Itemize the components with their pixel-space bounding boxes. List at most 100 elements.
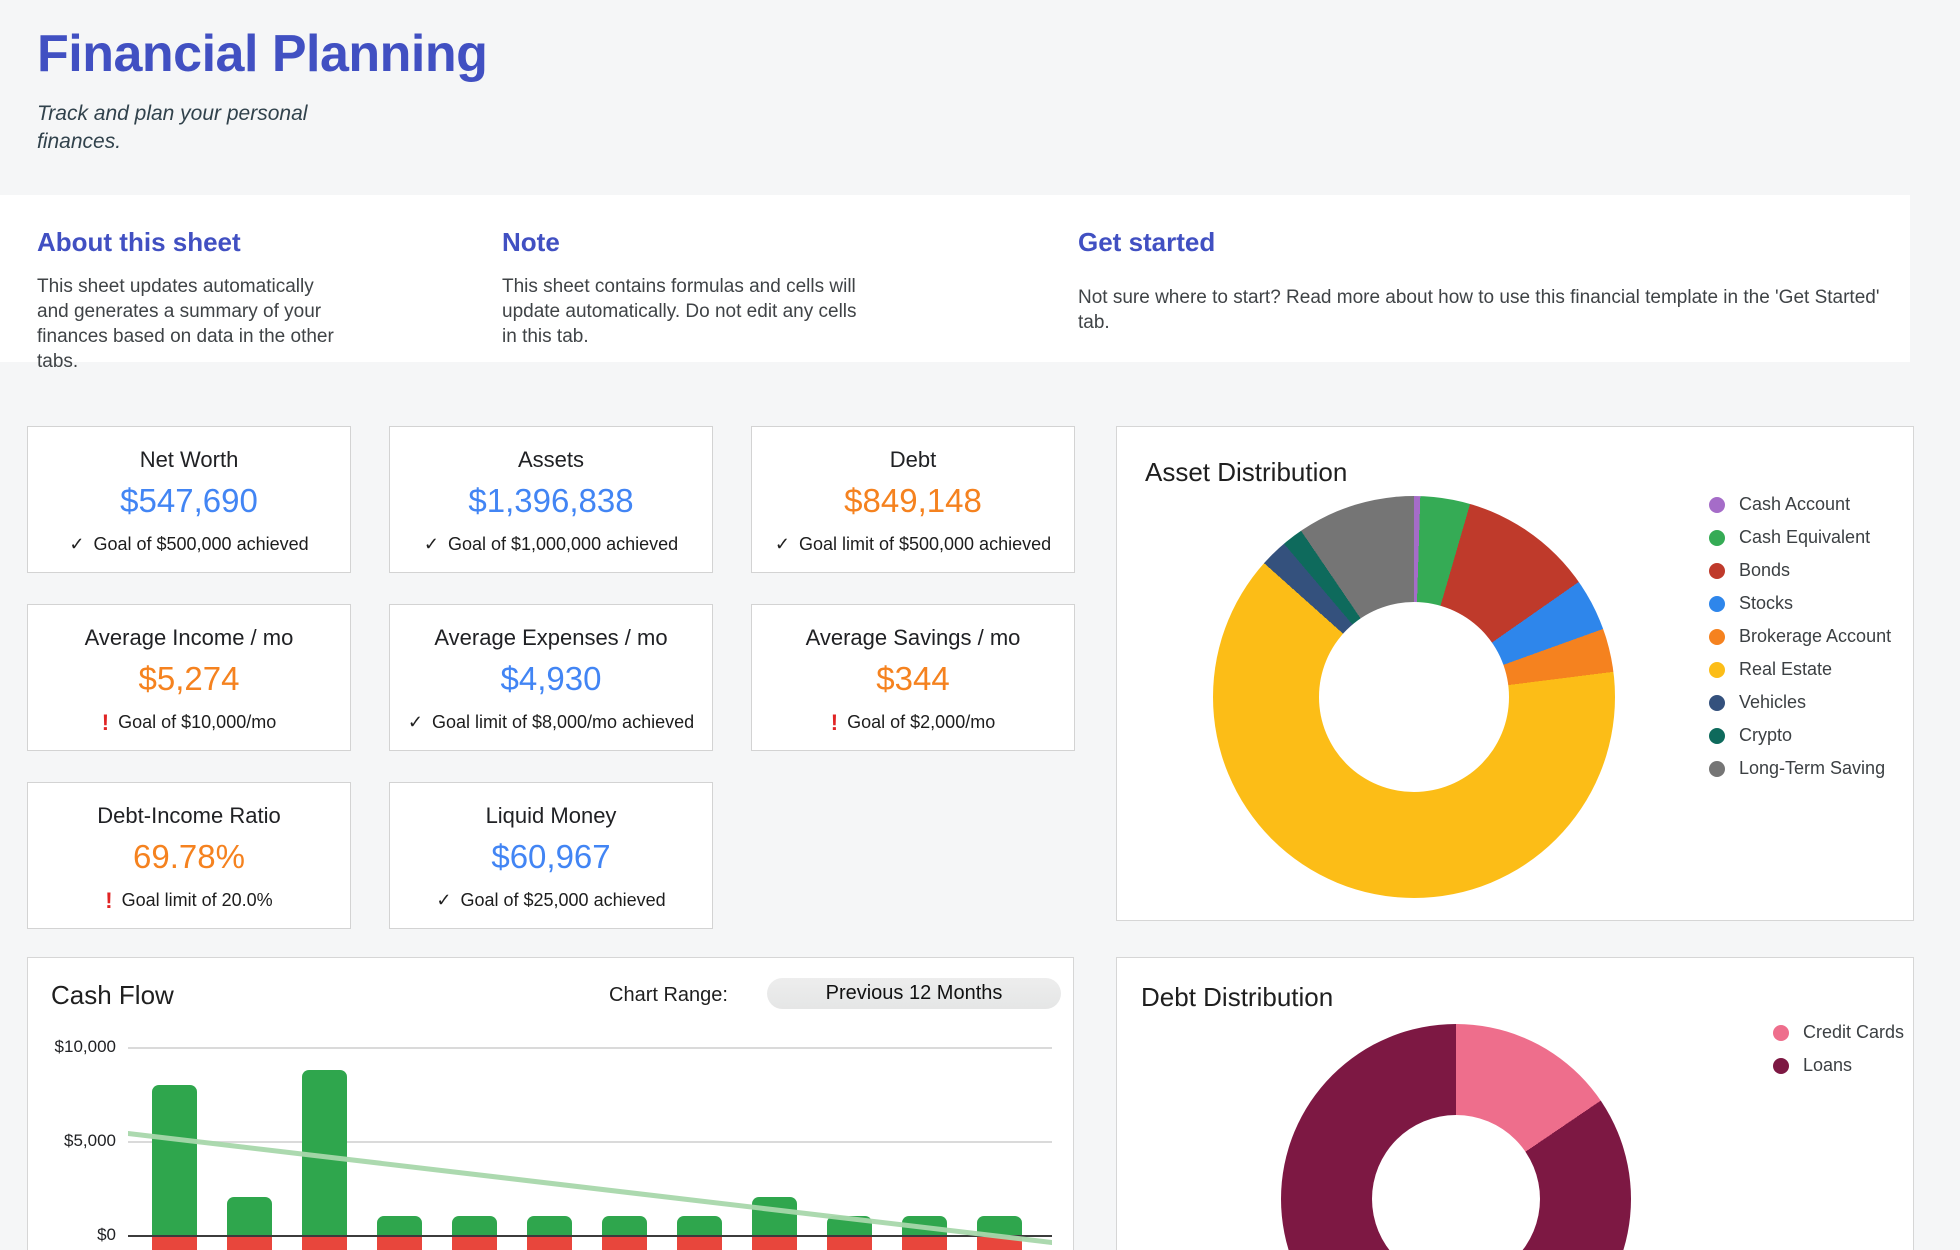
asset-donut-chart: [1213, 496, 1615, 898]
asset-panel-title: Asset Distribution: [1145, 457, 1347, 488]
get-started-section: Get started Not sure where to start? Rea…: [1078, 227, 1893, 335]
expense-bar: [827, 1236, 872, 1250]
debt-legend: Credit Cards Loans: [1773, 1016, 1904, 1082]
legend-item: Real Estate: [1709, 653, 1891, 686]
income-bar: [302, 1070, 347, 1235]
debt-distribution-panel: Debt Distribution Credit Cards Loans: [1116, 957, 1914, 1250]
donut-hole: [1319, 602, 1509, 792]
page-subtitle: Track and plan your personal finances.: [37, 100, 347, 155]
y-axis-label: $5,000: [28, 1131, 116, 1151]
expense-bar: [602, 1236, 647, 1250]
legend-item: Brokerage Account: [1709, 620, 1891, 653]
page-title: Financial Planning: [37, 24, 487, 84]
legend-label: Vehicles: [1739, 692, 1806, 713]
kpi-status-text: Goal of $10,000/mo: [118, 712, 276, 733]
legend-swatch-icon: [1709, 629, 1725, 645]
kpi-label: Liquid Money: [486, 803, 617, 829]
kpi-label: Average Savings / mo: [806, 625, 1021, 651]
legend-label: Crypto: [1739, 725, 1792, 746]
expense-bar: [452, 1236, 497, 1250]
kpi-card: Average Income / mo$5,274!Goal of $10,00…: [27, 604, 351, 751]
alert-icon: !: [102, 714, 109, 732]
legend-swatch-icon: [1773, 1025, 1789, 1041]
kpi-card: Debt$849,148✓Goal limit of $500,000 achi…: [751, 426, 1075, 573]
income-bar: [827, 1216, 872, 1235]
page-header: Financial Planning Track and plan your p…: [37, 24, 487, 155]
legend-label: Cash Equivalent: [1739, 527, 1870, 548]
income-bar: [152, 1085, 197, 1235]
legend-swatch-icon: [1773, 1058, 1789, 1074]
about-section: About this sheet This sheet updates auto…: [37, 227, 349, 374]
kpi-label: Assets: [518, 447, 584, 473]
legend-swatch-icon: [1709, 761, 1725, 777]
asset-distribution-panel: Asset Distribution Cash Account Cash Equi…: [1116, 426, 1914, 921]
income-bar: [227, 1197, 272, 1235]
kpi-status-text: Goal of $25,000 achieved: [460, 890, 665, 911]
info-band: About this sheet This sheet updates auto…: [0, 195, 1910, 362]
legend-item: Crypto: [1709, 719, 1891, 752]
kpi-status: ! Goal of $10,000/mo: [102, 712, 276, 733]
legend-label: Loans: [1803, 1055, 1852, 1076]
kpi-status: !Goal of $2,000/mo: [831, 712, 995, 733]
kpi-card: Liquid Money$60,967✓Goal of $25,000 achi…: [389, 782, 713, 929]
legend-label: Cash Account: [1739, 494, 1850, 515]
kpi-card: Debt-Income Ratio69.78%!Goal limit of 20…: [27, 782, 351, 929]
legend-swatch-icon: [1709, 596, 1725, 612]
kpi-card: Average Expenses / mo$4,930✓Goal limit o…: [389, 604, 713, 751]
legend-label: Stocks: [1739, 593, 1793, 614]
debt-panel-title: Debt Distribution: [1141, 982, 1333, 1013]
legend-label: Real Estate: [1739, 659, 1832, 680]
expense-bar: [377, 1236, 422, 1250]
legend-swatch-icon: [1709, 695, 1725, 711]
donut-hole: [1372, 1115, 1540, 1250]
income-bar: [377, 1216, 422, 1235]
legend-item: Loans: [1773, 1049, 1904, 1082]
legend-label: Bonds: [1739, 560, 1790, 581]
legend-item: Cash Equivalent: [1709, 521, 1891, 554]
y-axis-label: $10,000: [28, 1037, 116, 1057]
expense-bar: [302, 1236, 347, 1250]
kpi-card: Net Worth$547,690✓Goal of $500,000 achie…: [27, 426, 351, 573]
income-bar: [527, 1216, 572, 1235]
legend-label: Credit Cards: [1803, 1022, 1904, 1043]
kpi-value: $1,396,838: [468, 482, 633, 520]
income-bar: [977, 1216, 1022, 1235]
kpi-value: $344: [876, 660, 949, 698]
legend-swatch-icon: [1709, 563, 1725, 579]
kpi-value: $4,930: [501, 660, 602, 698]
kpi-status: ✓ Goal limit of $8,000/mo achieved: [408, 712, 694, 733]
kpi-status-text: Goal of $1,000,000 achieved: [448, 534, 678, 555]
legend-item: Credit Cards: [1773, 1016, 1904, 1049]
legend-swatch-icon: [1709, 497, 1725, 513]
kpi-status: ✓ Goal limit of $500,000 achieved: [775, 534, 1051, 555]
kpi-label: Debt-Income Ratio: [97, 803, 280, 829]
kpi-grid: Net Worth$547,690✓Goal of $500,000 achie…: [27, 426, 1075, 929]
about-heading: About this sheet: [37, 227, 349, 258]
legend-item: Vehicles: [1709, 686, 1891, 719]
financial-planning-dashboard: { "header": { "title": "Financial Planni…: [0, 0, 1960, 1250]
legend-item: Long-Term Saving: [1709, 752, 1891, 785]
expense-bar: [977, 1236, 1022, 1250]
asset-legend: Cash Account Cash Equivalent Bonds Stocks Br…: [1709, 488, 1891, 785]
income-bar: [752, 1197, 797, 1235]
get-started-heading: Get started: [1078, 227, 1893, 258]
note-body: This sheet contains formulas and cells w…: [502, 274, 874, 349]
check-icon: ✓: [408, 712, 423, 733]
kpi-card: Average Savings / mo $344 !Goal of $2,000/…: [751, 604, 1075, 751]
y-axis-label: $0: [28, 1225, 116, 1245]
kpi-status-text: Goal limit of $8,000/mo achieved: [432, 712, 694, 733]
kpi-status: ✓ Goal of $500,000 achieved: [69, 534, 308, 555]
check-icon: ✓: [775, 534, 790, 555]
check-icon: ✓: [436, 890, 451, 911]
alert-icon: !: [831, 714, 838, 732]
note-heading: Note: [502, 227, 874, 258]
income-bar: [602, 1216, 647, 1235]
cashflow-bars: [152, 958, 1032, 1250]
kpi-status-text: Goal of $500,000 achieved: [93, 534, 308, 555]
alert-icon: !: [105, 892, 112, 910]
expense-bar: [227, 1236, 272, 1250]
legend-item: Stocks: [1709, 587, 1891, 620]
kpi-status-text: Goal limit of $500,000 achieved: [799, 534, 1051, 555]
kpi-value: $849,148: [844, 482, 982, 520]
check-icon: ✓: [69, 534, 84, 555]
